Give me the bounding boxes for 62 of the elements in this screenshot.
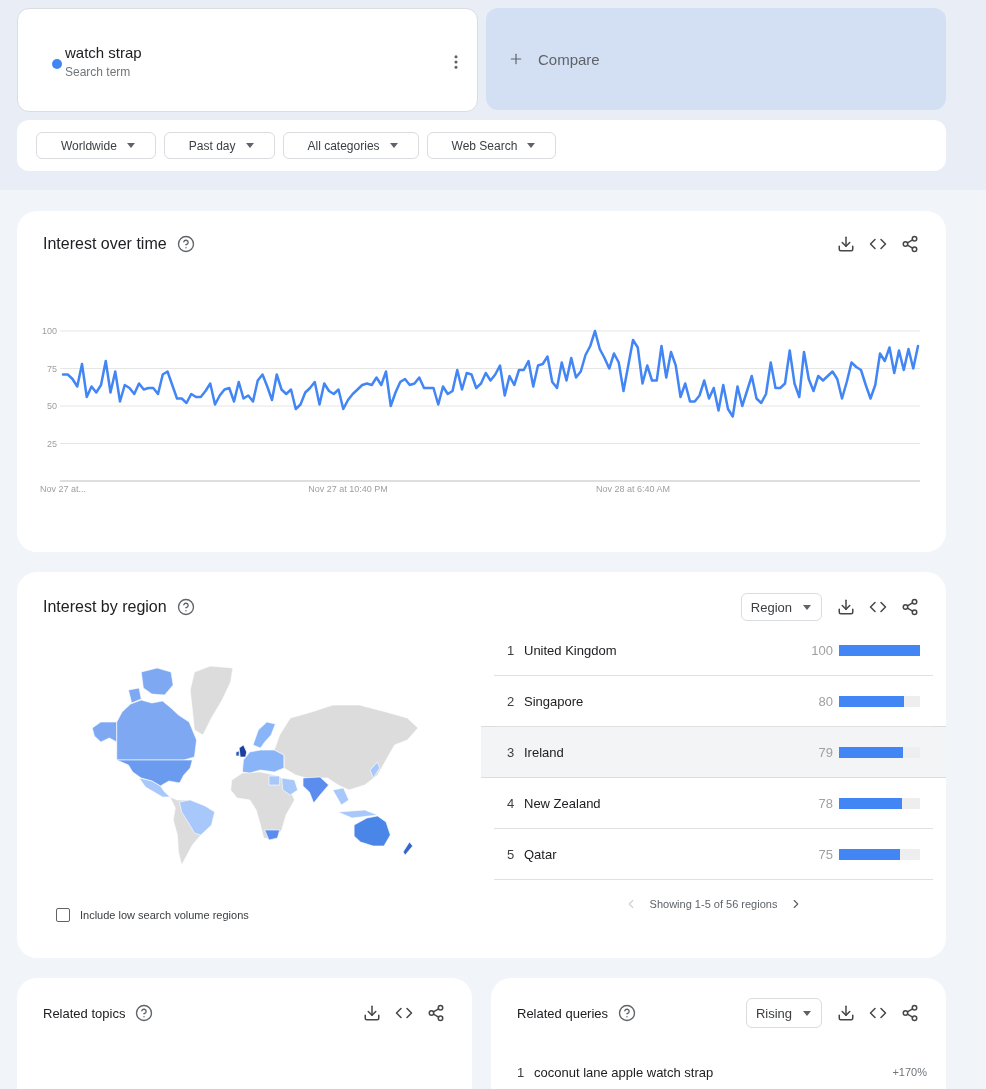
caret-down-icon — [245, 143, 254, 148]
compare-button[interactable]: Compare — [486, 8, 946, 110]
share-icon[interactable] — [901, 235, 919, 253]
x-axis-label: Nov 27 at 10:40 PM — [308, 484, 388, 494]
checkbox-label: Include low search volume regions — [80, 909, 249, 921]
rank-number: 3 — [507, 744, 516, 760]
download-icon[interactable] — [837, 1004, 855, 1022]
help-icon[interactable] — [176, 235, 195, 253]
download-icon[interactable] — [837, 235, 855, 253]
help-icon[interactable] — [618, 1004, 637, 1022]
y-axis-label: 50 — [47, 401, 57, 411]
rising-dropdown[interactable]: Rising — [745, 998, 822, 1028]
search-term-caption: Search term — [65, 64, 132, 80]
help-icon[interactable] — [135, 1004, 154, 1022]
region-value: 78 — [818, 795, 833, 811]
checkbox[interactable] — [56, 908, 70, 922]
card-title: Interest by region — [43, 598, 167, 616]
caret-down-icon — [389, 143, 398, 148]
search-term: watch strap — [65, 44, 142, 62]
region-value: 100 — [811, 642, 833, 658]
region-dropdown[interactable]: Region — [740, 593, 822, 621]
share-icon[interactable] — [427, 1004, 445, 1022]
download-icon[interactable] — [363, 1004, 381, 1022]
region-name: Ireland — [524, 744, 565, 760]
dot-icon — [52, 59, 62, 69]
x-axis-label: Nov 27 at... — [40, 484, 86, 494]
change-percent: +170% — [892, 1066, 927, 1078]
region-name: Qatar — [524, 846, 558, 862]
y-axis-label: 75 — [47, 363, 57, 374]
region-name: Singapore — [524, 693, 585, 709]
card-title: Related queries — [517, 1005, 609, 1021]
filter-dropdown[interactable]: All categories — [282, 132, 419, 159]
rank-number: 1 — [507, 642, 516, 658]
region-value: 79 — [818, 744, 833, 760]
region-name: New Zealand — [524, 795, 602, 811]
filter-dropdown[interactable]: Past day — [163, 132, 275, 159]
x-axis-label: Nov 28 at 6:40 AM — [596, 484, 670, 494]
filter-dropdown[interactable]: Worldwide — [36, 132, 156, 159]
y-axis-label: 100 — [41, 326, 57, 336]
card-title: Interest over time — [43, 235, 167, 253]
list-row[interactable]: 3 Ireland 79 — [481, 727, 946, 778]
help-icon[interactable] — [176, 598, 195, 616]
download-icon[interactable] — [837, 598, 855, 616]
rank-number: 2 — [507, 693, 516, 709]
region-value: 80 — [818, 693, 833, 709]
plus-icon — [508, 51, 524, 67]
card-title: Related topics — [43, 1005, 126, 1021]
caret-down-icon — [803, 604, 811, 610]
region-value: 75 — [818, 846, 833, 862]
share-icon[interactable] — [901, 598, 919, 616]
caret-down-icon — [126, 143, 135, 148]
rank-number: 4 — [507, 795, 516, 811]
rank-number: 5 — [507, 846, 516, 862]
rank-number: 1 — [517, 1064, 526, 1080]
caret-down-icon — [803, 1010, 811, 1016]
filter-dropdown[interactable]: Web Search — [426, 132, 557, 159]
caret-down-icon — [527, 143, 536, 148]
query-text: coconut lane apple watch strap — [534, 1064, 715, 1080]
y-axis-label: 25 — [47, 438, 57, 449]
pagination-text: Showing 1-5 of 56 regions — [649, 898, 778, 910]
share-icon[interactable] — [901, 1004, 919, 1022]
region-name: United Kingdom — [524, 642, 618, 658]
